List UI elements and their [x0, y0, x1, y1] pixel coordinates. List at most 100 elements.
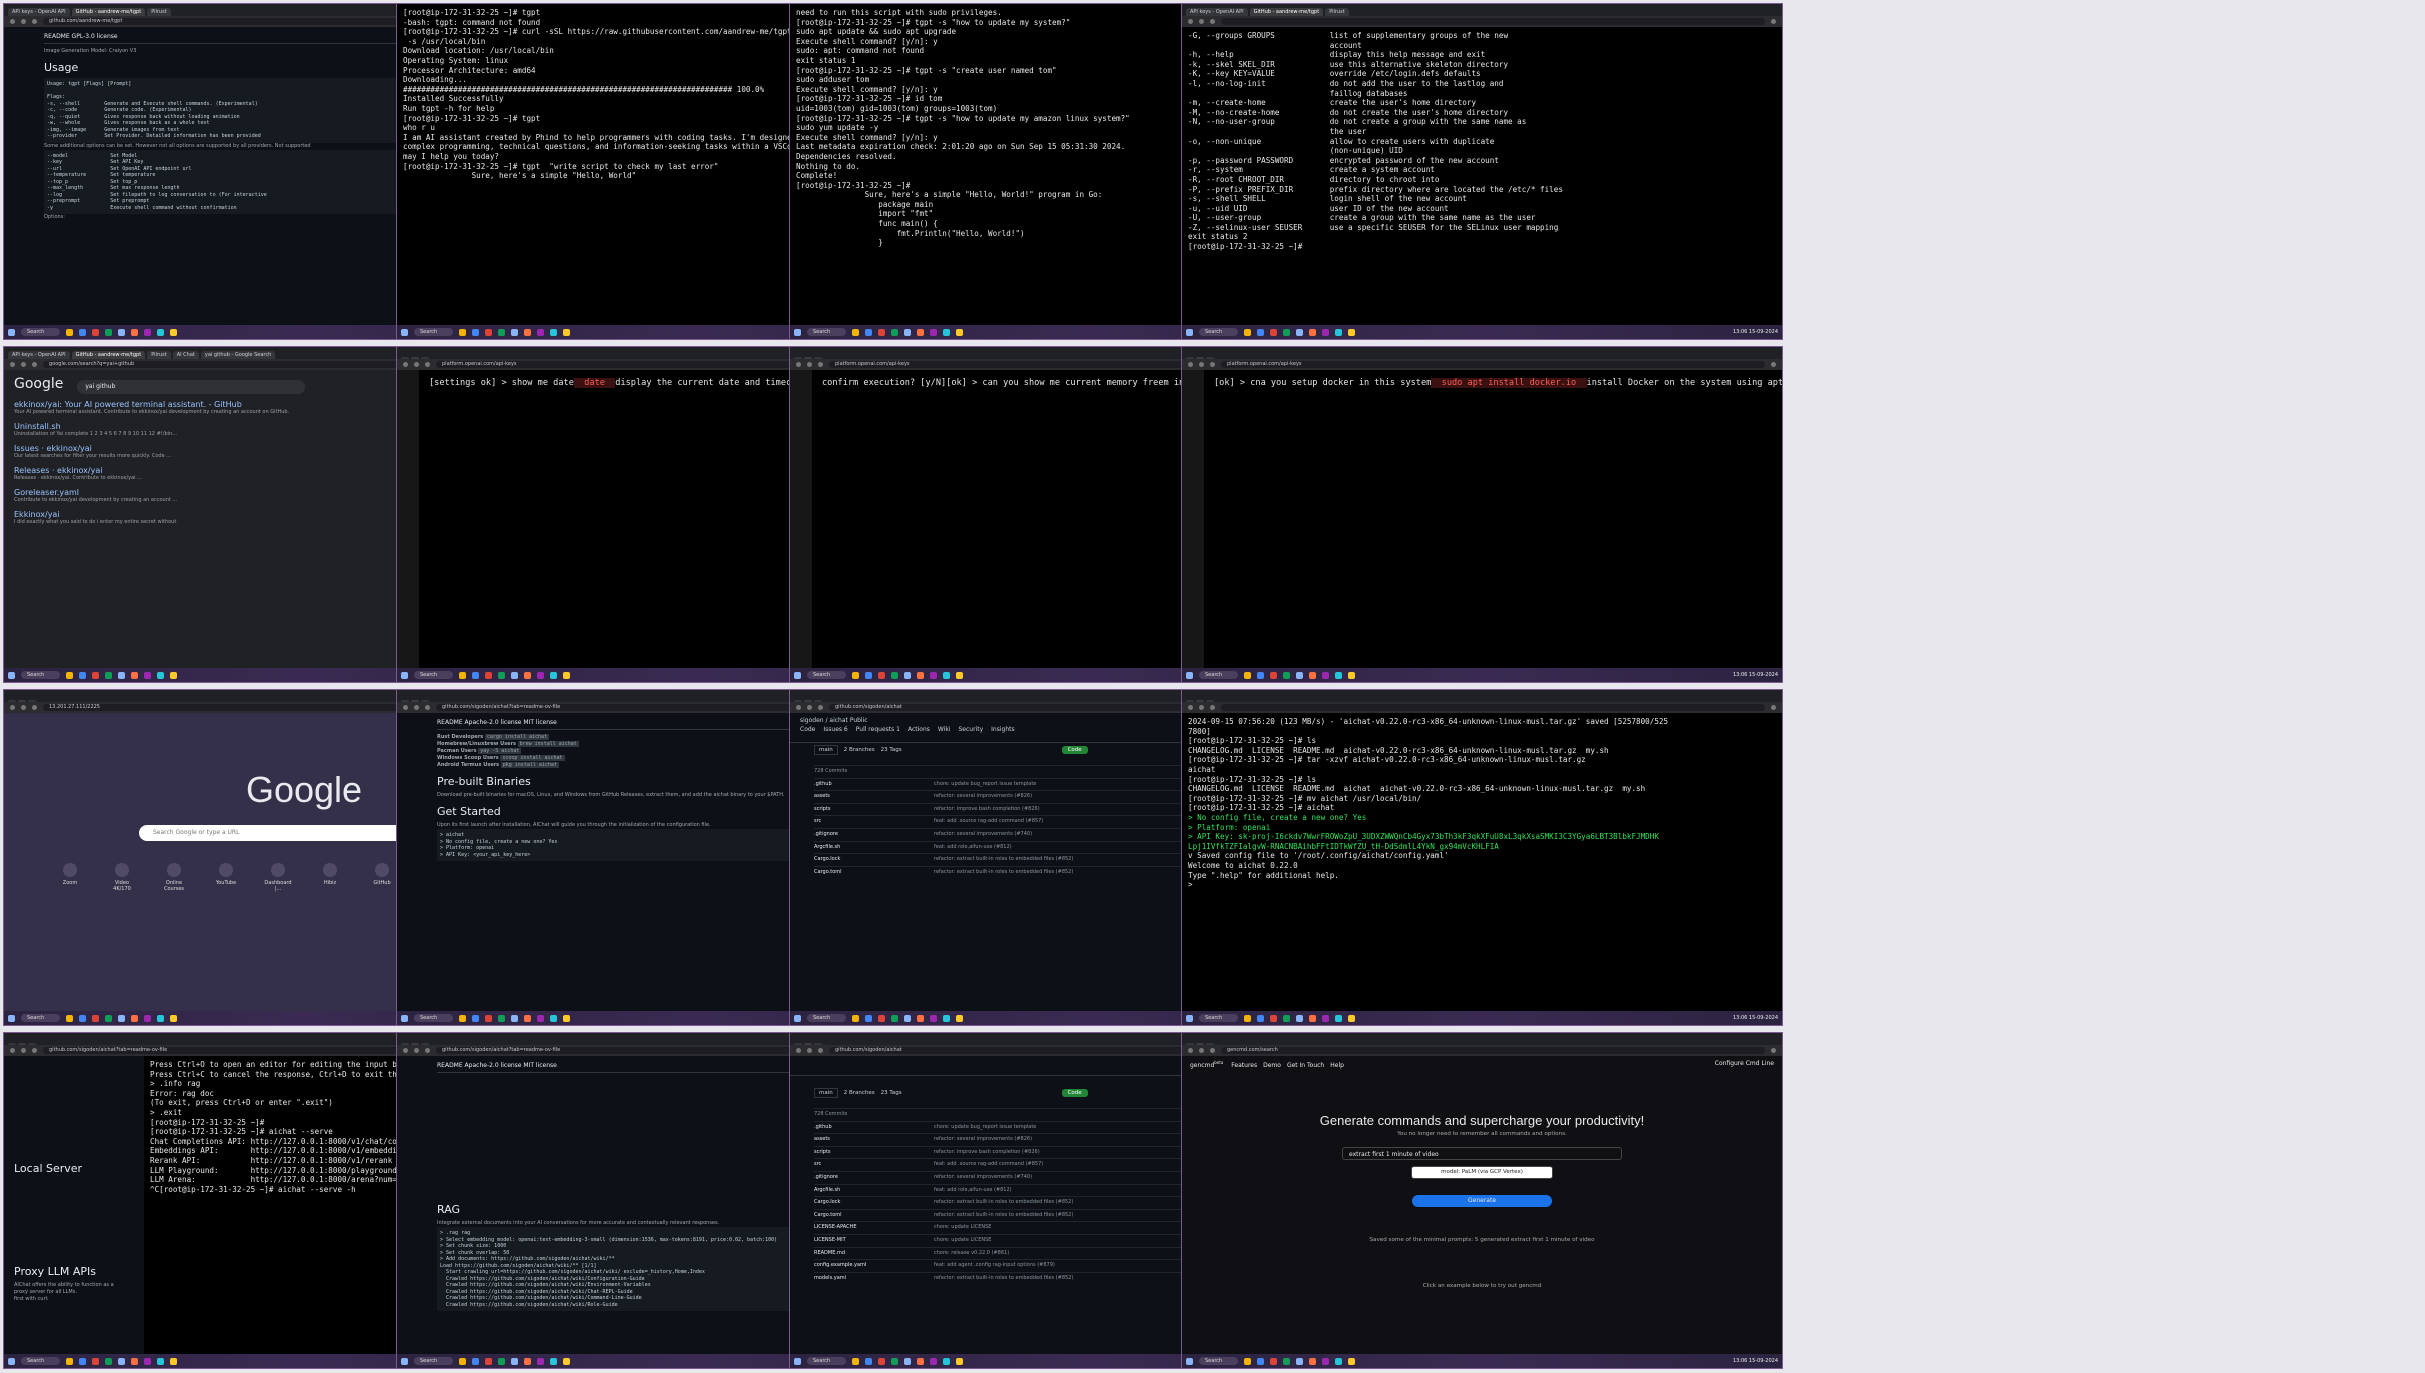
address-bar[interactable]: [1221, 18, 1765, 25]
browser-tab[interactable]: AI Chat: [172, 351, 199, 359]
profile-icon[interactable]: [1771, 19, 1776, 24]
file-name[interactable]: Cargo.lock: [814, 854, 934, 866]
prompt-input[interactable]: extract first 1 minute of video: [1342, 1147, 1622, 1160]
windows-start-icon[interactable]: [401, 1357, 408, 1365]
file-row[interactable]: LICENSE-APACHE chore: update LICENSE: [814, 1221, 1194, 1234]
file-row[interactable]: LICENSE-MIT chore: update LICENSE: [814, 1233, 1194, 1247]
repo-nav-item[interactable]: Pull requests 1: [856, 726, 900, 733]
taskbar-app-icon[interactable]: [563, 1357, 571, 1365]
browser-tab[interactable]: GitHub - aandrew-me/tgpt: [71, 8, 146, 16]
taskbar-app-icon[interactable]: [917, 1357, 925, 1365]
taskbar-app-icon[interactable]: [92, 1357, 100, 1365]
forward-icon[interactable]: [414, 362, 419, 367]
taskbar-app-icon[interactable]: [498, 1014, 506, 1022]
taskbar-app-icon[interactable]: [66, 328, 74, 336]
taskbar-app-icon[interactable]: [105, 671, 113, 679]
back-icon[interactable]: [10, 705, 15, 710]
windows-start-icon[interactable]: [401, 328, 408, 336]
taskbar-app-icon[interactable]: [930, 671, 938, 679]
taskbar-app-icon[interactable]: [472, 1357, 480, 1365]
file-name[interactable]: .github: [814, 779, 934, 791]
taskbar-app-icon[interactable]: [524, 1357, 532, 1365]
taskbar-app-icon[interactable]: [904, 671, 912, 679]
taskbar-app-icon[interactable]: [891, 1357, 899, 1365]
reload-icon[interactable]: [425, 1048, 430, 1053]
file-commit-message[interactable]: refactor: improve bash completion (#826): [934, 1147, 1194, 1159]
commit-count[interactable]: 728 Commits: [814, 1109, 1194, 1121]
file-row[interactable]: config.example.yaml feat: add agent .conf…: [814, 1259, 1194, 1272]
file-name[interactable]: Cargo.toml: [814, 1210, 934, 1222]
file-commit-message[interactable]: refactor: several improvements (#740): [934, 829, 1194, 841]
file-commit-message[interactable]: refactor: several improvements (#740): [934, 1172, 1194, 1184]
reload-icon[interactable]: [1210, 362, 1215, 367]
back-icon[interactable]: [796, 705, 801, 710]
taskbar-app-icon[interactable]: [891, 328, 899, 336]
code-button[interactable]: Code: [1061, 1089, 1088, 1097]
repo-name[interactable]: sigoden / aichat: [800, 717, 848, 724]
file-row[interactable]: assets refactor: several improvements (#8…: [814, 790, 1194, 803]
back-icon[interactable]: [10, 19, 15, 24]
taskbar-app-icon[interactable]: [537, 328, 545, 336]
file-row[interactable]: scripts refactor: improve bash completion…: [814, 802, 1194, 816]
taskbar-app-icon[interactable]: [1283, 1357, 1291, 1365]
windows-start-icon[interactable]: [8, 1014, 15, 1022]
browser-tab[interactable]: [1196, 357, 1204, 359]
taskbar-search[interactable]: Search: [807, 671, 847, 679]
shortcut-tile[interactable]: Zoom: [55, 863, 85, 892]
taskbar-app-icon[interactable]: [1296, 1357, 1304, 1365]
file-name[interactable]: models.yaml: [814, 1273, 934, 1285]
taskbar-app-icon[interactable]: [917, 671, 925, 679]
gencmd-nav-item[interactable]: Get In Touch: [1287, 1062, 1324, 1069]
taskbar-app-icon[interactable]: [170, 1357, 178, 1365]
address-bar[interactable]: platform.openai.com/api-keys: [1221, 361, 1765, 368]
taskbar-app-icon[interactable]: [891, 1014, 899, 1022]
taskbar-app-icon[interactable]: [550, 1357, 558, 1365]
taskbar-search[interactable]: Search: [807, 1357, 847, 1365]
reload-icon[interactable]: [818, 705, 823, 710]
branch-selector[interactable]: main: [814, 745, 838, 755]
taskbar-app-icon[interactable]: [1335, 671, 1343, 679]
taskbar-app-icon[interactable]: [1283, 328, 1291, 336]
taskbar-app-icon[interactable]: [852, 1357, 860, 1365]
profile-icon[interactable]: [1771, 705, 1776, 710]
forward-icon[interactable]: [1199, 19, 1204, 24]
windows-start-icon[interactable]: [1186, 671, 1193, 679]
taskbar-app-icon[interactable]: [157, 1014, 165, 1022]
reload-icon[interactable]: [1210, 705, 1215, 710]
file-name[interactable]: Argcfile.sh: [814, 1185, 934, 1197]
back-icon[interactable]: [403, 1048, 408, 1053]
file-commit-message[interactable]: feat: add role,aifun-use (#812): [934, 1185, 1194, 1197]
forward-icon[interactable]: [1199, 362, 1204, 367]
terminal[interactable]: -G, --groups GROUPS list of supplementar…: [1182, 27, 1782, 325]
taskbar-app-icon[interactable]: [852, 1014, 860, 1022]
windows-start-icon[interactable]: [8, 328, 15, 336]
reload-icon[interactable]: [32, 705, 37, 710]
file-name[interactable]: .github: [814, 1122, 934, 1134]
taskbar-app-icon[interactable]: [105, 1357, 113, 1365]
taskbar-app-icon[interactable]: [1296, 328, 1304, 336]
reload-icon[interactable]: [32, 19, 37, 24]
branches-link[interactable]: 2 Branches: [844, 1090, 875, 1096]
taskbar-app-icon[interactable]: [1309, 1357, 1317, 1365]
taskbar-app-icon[interactable]: [930, 328, 938, 336]
repo-nav-item[interactable]: Actions: [908, 726, 930, 733]
taskbar-app-icon[interactable]: [1348, 1357, 1356, 1365]
reload-icon[interactable]: [32, 362, 37, 367]
windows-start-icon[interactable]: [794, 328, 801, 336]
browser-tab[interactable]: API keys - OpenAI API: [1186, 8, 1248, 16]
file-commit-message[interactable]: chore: update LICENSE: [934, 1222, 1194, 1234]
browser-tab[interactable]: [804, 700, 812, 702]
taskbar-search[interactable]: Search: [21, 1014, 61, 1022]
back-icon[interactable]: [796, 362, 801, 367]
taskbar-app-icon[interactable]: [170, 328, 178, 336]
windows-start-icon[interactable]: [1186, 328, 1193, 336]
file-row[interactable]: src feat: add .source rag-add command (#8…: [814, 815, 1194, 828]
taskbar-app-icon[interactable]: [930, 1357, 938, 1365]
repo-nav-item[interactable]: Security: [959, 726, 984, 733]
taskbar-app-icon[interactable]: [550, 671, 558, 679]
taskbar-app-icon[interactable]: [498, 328, 506, 336]
taskbar-app-icon[interactable]: [943, 1014, 951, 1022]
forward-icon[interactable]: [807, 705, 812, 710]
taskbar-app-icon[interactable]: [524, 671, 532, 679]
taskbar-app-icon[interactable]: [66, 1357, 74, 1365]
